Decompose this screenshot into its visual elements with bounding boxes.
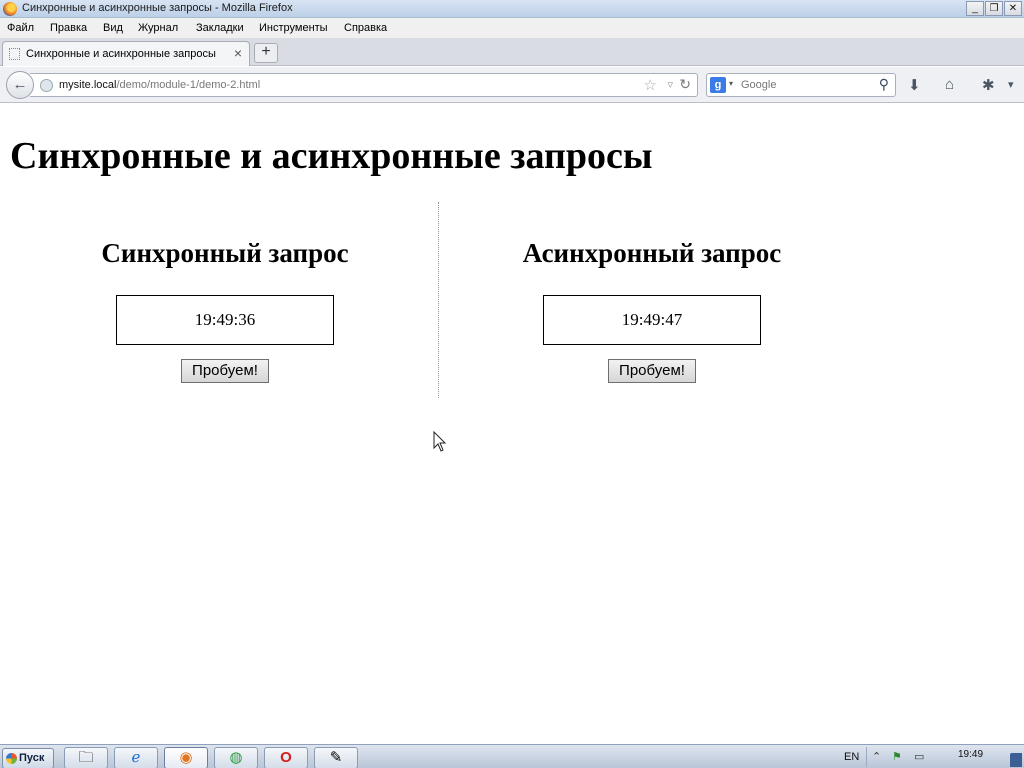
tab-current[interactable]: Синхронные и асинхронные запросы × — [2, 41, 250, 66]
column-divider — [438, 202, 439, 398]
menu-history[interactable]: Журнал — [138, 22, 178, 34]
language-indicator[interactable]: EN — [844, 751, 859, 763]
home-icon[interactable]: ⌂ — [945, 76, 954, 93]
bookmark-star-icon[interactable]: ☆ — [644, 76, 657, 94]
async-try-button[interactable]: Пробуем! — [608, 359, 696, 383]
downloads-icon[interactable]: ⬇ — [908, 76, 921, 94]
url-host: mysite.local — [59, 79, 117, 91]
taskbar-clock[interactable]: 19:49 — [958, 749, 983, 760]
navigation-toolbar: mysite.local/demo/module-1/demo-2.html ☆… — [0, 67, 1024, 103]
sync-request-section: Синхронный запрос 19:49:36 Пробуем! — [55, 238, 395, 383]
chrome-icon[interactable]: ◍ — [214, 747, 258, 768]
windows-logo-icon — [6, 753, 17, 764]
search-placeholder: Google — [741, 79, 777, 91]
address-bar[interactable]: mysite.local/demo/module-1/demo-2.html ☆… — [30, 73, 698, 97]
tab-strip: Синхронные и асинхронные запросы × + — [0, 38, 1024, 66]
start-button[interactable]: Пуск — [2, 748, 54, 768]
menu-bookmarks[interactable]: Закладки — [196, 22, 244, 34]
google-engine-icon[interactable]: g — [710, 77, 726, 93]
minimize-button[interactable]: _ — [966, 1, 984, 16]
editor-icon[interactable]: ✎ — [314, 747, 358, 768]
menu-bar: Файл Правка Вид Журнал Закладки Инструме… — [0, 18, 1024, 38]
page-favicon-icon — [9, 48, 20, 60]
folder-icon[interactable]: 🗀 — [64, 747, 108, 768]
search-icon[interactable]: ⚲ — [879, 76, 889, 93]
mouse-pointer-icon — [433, 431, 447, 452]
tray-expand-icon[interactable]: ⌃ — [872, 750, 881, 763]
windows-taskbar: Пуск 🗀 ℯ ◉ ◍ O ✎ EN ⌃ ⚑ ▭ 19:49 — [0, 744, 1024, 768]
page-title: Синхронные и асинхронные запросы — [10, 135, 653, 177]
async-time-display: 19:49:47 — [543, 295, 761, 345]
page-content: Синхронные и асинхронные запросы Синхрон… — [0, 104, 1024, 744]
tray-network-icon[interactable]: ▭ — [914, 750, 924, 763]
window-title-bar: Синхронные и асинхронные запросы - Mozil… — [0, 0, 1024, 18]
url-history-dropdown-icon[interactable]: ▿ — [667, 78, 673, 91]
search-bar[interactable]: g ▾ Google ⚲ — [706, 73, 896, 97]
menu-file[interactable]: Файл — [7, 22, 34, 34]
addon-icon[interactable]: ✱ — [982, 76, 995, 94]
toolbar-menu-chevron-icon[interactable]: ▾ — [1008, 78, 1014, 91]
sync-try-button[interactable]: Пробуем! — [181, 359, 269, 383]
menu-help[interactable]: Справка — [344, 22, 387, 34]
site-identity-icon[interactable] — [40, 79, 53, 92]
url-text[interactable]: mysite.local/demo/module-1/demo-2.html — [59, 79, 260, 91]
url-path: /demo/module-1/demo-2.html — [116, 79, 261, 91]
ie-icon[interactable]: ℯ — [114, 747, 158, 768]
sync-time-display: 19:49:36 — [116, 295, 334, 345]
close-tab-icon[interactable]: × — [234, 45, 242, 61]
sync-request-heading: Синхронный запрос — [101, 238, 349, 268]
tray-divider — [866, 747, 867, 767]
back-button[interactable]: ← — [6, 71, 34, 99]
close-window-button[interactable]: ✕ — [1004, 1, 1022, 16]
menu-edit[interactable]: Правка — [50, 22, 87, 34]
tab-label: Синхронные и асинхронные запросы — [26, 48, 216, 60]
new-tab-button[interactable]: + — [254, 43, 278, 63]
search-engine-dropdown-icon[interactable]: ▾ — [729, 79, 733, 88]
async-request-section: Асинхронный запрос 19:49:47 Пробуем! — [482, 238, 822, 383]
menu-tools[interactable]: Инструменты — [259, 22, 328, 34]
start-label: Пуск — [19, 752, 45, 764]
async-request-heading: Асинхронный запрос — [522, 238, 782, 268]
show-desktop-button[interactable] — [1010, 753, 1022, 767]
firefox-logo-icon — [3, 2, 17, 16]
menu-view[interactable]: Вид — [103, 22, 123, 34]
window-title: Синхронные и асинхронные запросы - Mozil… — [22, 2, 293, 14]
tray-flag-icon[interactable]: ⚑ — [892, 750, 902, 763]
firefox-icon[interactable]: ◉ — [164, 747, 208, 768]
maximize-button[interactable]: ❐ — [985, 1, 1003, 16]
reload-icon[interactable]: ↻ — [679, 76, 691, 93]
opera-icon[interactable]: O — [264, 747, 308, 768]
